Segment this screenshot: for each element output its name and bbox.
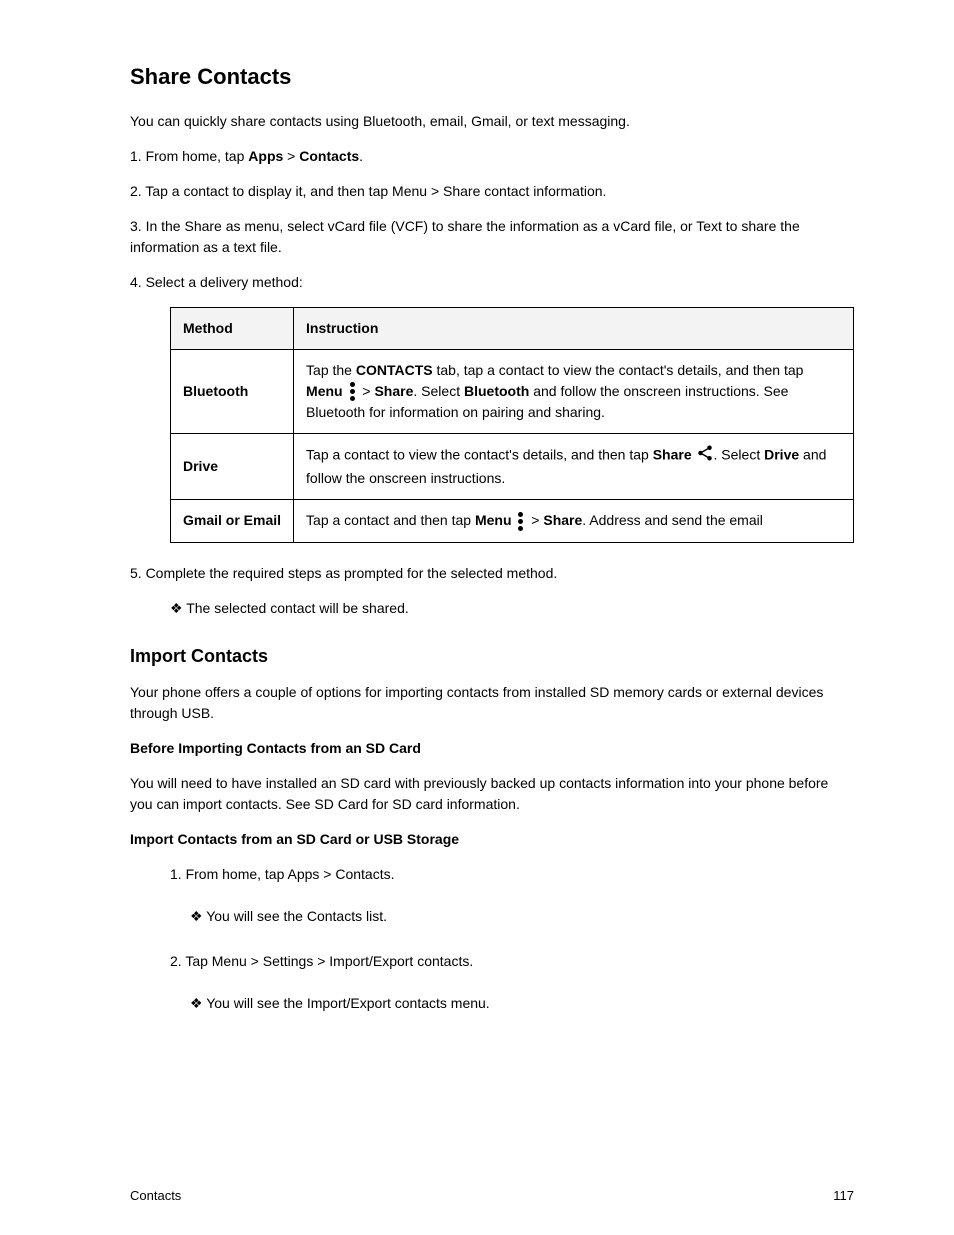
table-row: Bluetooth Tap the CONTACTS tab, tab, tap…	[171, 350, 854, 434]
share-icon	[696, 444, 714, 468]
footer-section: Contacts	[130, 1186, 181, 1206]
table-row: Drive Tap a contact to view the contact'…	[171, 434, 854, 500]
instruction-bluetooth: Tap the CONTACTS tab, tab, tap a contact…	[294, 350, 854, 434]
step-3: 3. In the Share as menu, select vCard fi…	[130, 216, 854, 258]
before-import-text: You will need to have installed an SD ca…	[130, 773, 854, 815]
instruction-gmail: Tap a contact and then tap Menu > Share.…	[294, 500, 854, 542]
delivery-methods-table: Method Instruction Bluetooth Tap the CON…	[170, 307, 854, 543]
import-intro: Your phone offers a couple of options fo…	[130, 682, 854, 724]
section-import-contacts: Import Contacts	[130, 643, 854, 670]
intro-paragraph: You can quickly share contacts using Blu…	[130, 111, 854, 132]
before-import-heading: Before Importing Contacts from an SD Car…	[130, 738, 854, 759]
step-4-intro: 4. Select a delivery method:	[130, 272, 854, 293]
method-gmail: Gmail or Email	[171, 500, 294, 542]
result-text: ❖ The selected contact will be shared.	[170, 598, 854, 619]
page-title: Share Contacts	[130, 60, 854, 93]
instruction-drive: Tap a contact to view the contact's deta…	[294, 434, 854, 500]
page-footer: Contacts 117	[130, 1186, 854, 1206]
step-2: 2. Tap a contact to display it, and then…	[130, 181, 854, 202]
menu-icon	[515, 512, 527, 532]
step-1: 1. From home, tap Apps > Contacts.	[130, 146, 854, 167]
list-item: 1. From home, tap Apps > Contacts. ❖ You…	[170, 864, 854, 927]
page-number: 117	[833, 1186, 854, 1206]
col-method: Method	[171, 308, 294, 350]
list-item: 2. Tap Menu > Settings > Import/Export c…	[170, 951, 854, 1014]
menu-icon	[347, 382, 359, 402]
method-drive: Drive	[171, 434, 294, 500]
method-bluetooth: Bluetooth	[171, 350, 294, 434]
step-5: 5. Complete the required steps as prompt…	[130, 563, 854, 584]
import-from-sd-heading: Import Contacts from an SD Card or USB S…	[130, 829, 854, 850]
col-instruction: Instruction	[294, 308, 854, 350]
table-row: Gmail or Email Tap a contact and then ta…	[171, 500, 854, 542]
